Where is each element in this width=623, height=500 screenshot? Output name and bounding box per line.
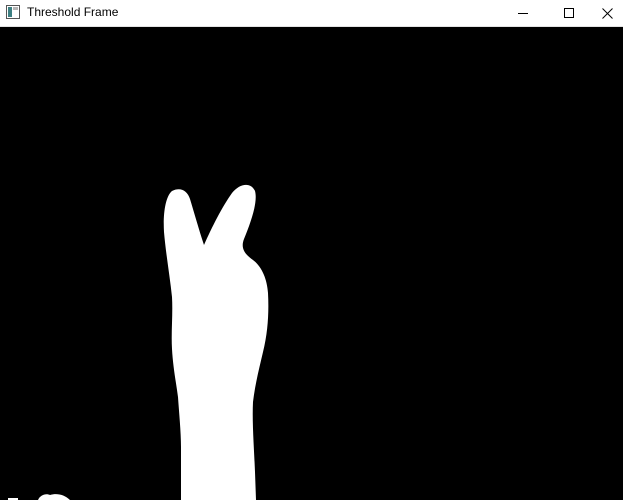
minimize-icon	[518, 8, 528, 18]
window-title: Threshold Frame	[27, 5, 119, 19]
app-icon[interactable]	[6, 5, 20, 19]
noise-speck	[182, 436, 185, 439]
maximize-button[interactable]	[546, 0, 592, 26]
threshold-image-canvas	[0, 27, 623, 500]
close-icon	[602, 7, 613, 19]
maximize-icon	[564, 8, 574, 18]
threshold-frame-window: Threshold Frame	[0, 0, 623, 500]
title-bar[interactable]: Threshold Frame	[0, 0, 623, 27]
close-button[interactable]	[592, 0, 623, 26]
minimize-button[interactable]	[500, 0, 546, 26]
threshold-background	[0, 27, 623, 500]
